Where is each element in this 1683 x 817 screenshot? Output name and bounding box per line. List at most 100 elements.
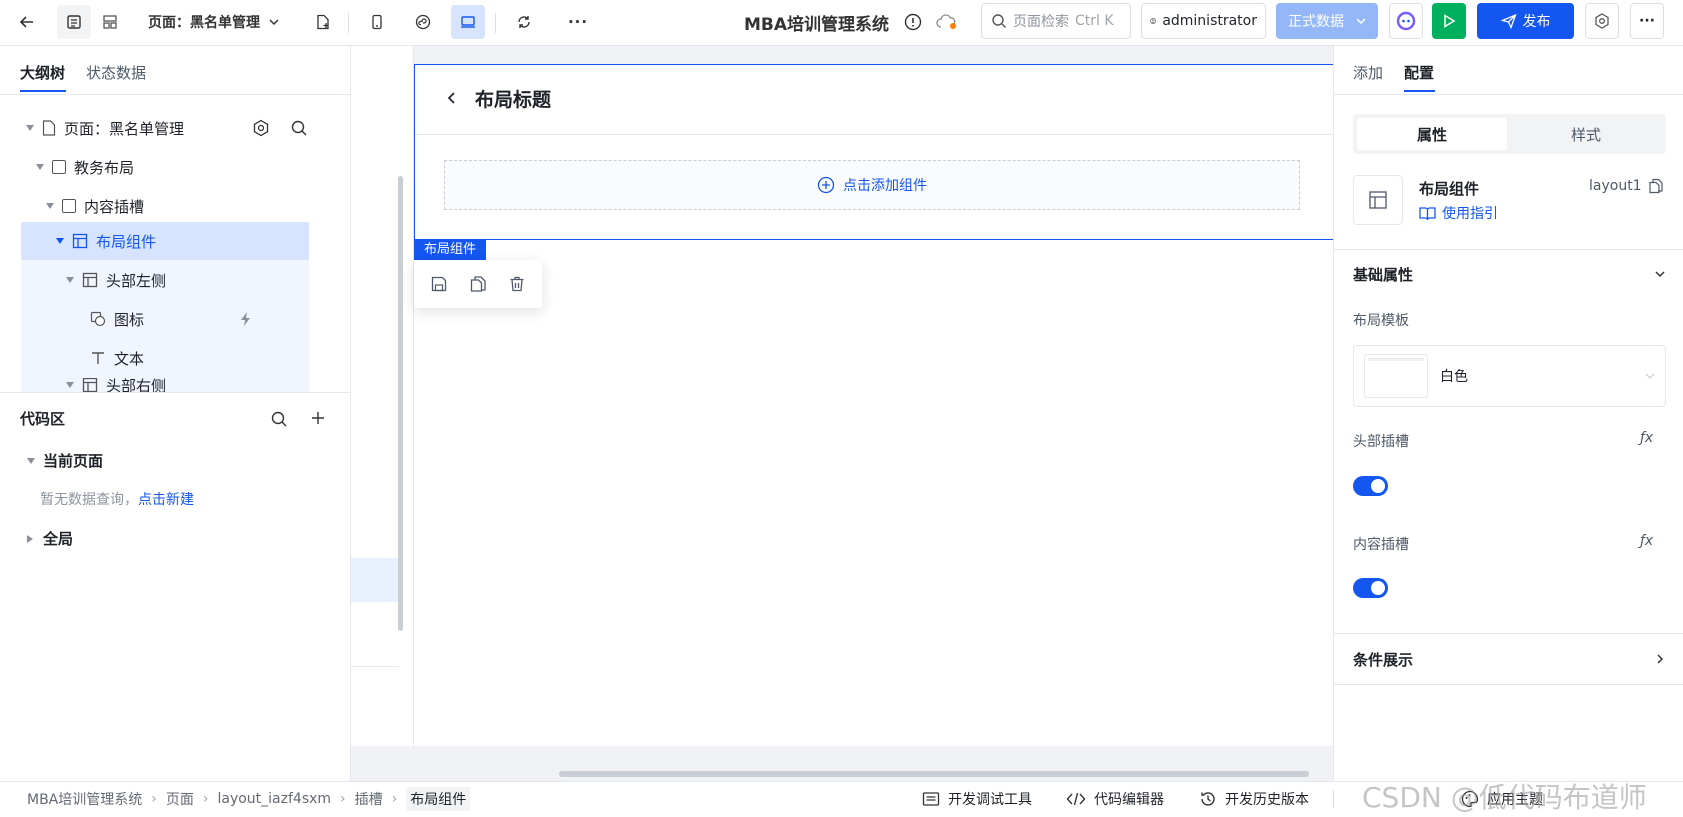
plus-icon[interactable] <box>310 410 326 426</box>
breadcrumb-item[interactable]: layout_iazf4sxm <box>217 791 331 807</box>
shapes-icon <box>90 311 106 327</box>
back-arrow-icon[interactable] <box>10 5 44 39</box>
guide-link[interactable]: 使用指引 <box>1419 203 1498 223</box>
layout-icon <box>82 378 98 392</box>
search-placeholder: 页面检索 <box>1013 14 1069 30</box>
tree-clip: 头部右侧 <box>0 378 350 392</box>
tab-outline[interactable]: 大纲树 <box>20 62 65 83</box>
global-node[interactable]: 全局 <box>27 528 73 549</box>
top-toolbar: 页面：黑名单管理 ··· MBA培训管理系统 页面检索 Ctrl K admin… <box>0 0 1683 46</box>
condition-display-header[interactable]: 条件展示 <box>1353 649 1666 671</box>
left-panel: 大纲树 状态数据 页面：黑名单管理 教务布局 内容插槽 布局组件 头部左侧 图标… <box>0 46 351 781</box>
chevron-down-icon <box>1655 271 1665 278</box>
lightning-icon[interactable] <box>238 311 254 327</box>
delete-icon[interactable] <box>508 275 526 293</box>
publish-button[interactable]: 发布 <box>1477 3 1574 39</box>
breadcrumb: MBA培训管理系统 › 页面 › layout_iazf4sxm › 插槽 › 布局组件 <box>27 782 471 816</box>
layout-template-select[interactable]: 白色 <box>1353 345 1666 407</box>
design-canvas[interactable]: 布局标题 点击添加组件 布局组件 <box>351 46 1334 781</box>
header-slot-toggle[interactable] <box>1353 476 1388 496</box>
component-name: 布局组件 <box>1419 180 1480 198</box>
tree-node-content-slot[interactable]: 内容插槽 <box>46 187 344 225</box>
env-select[interactable]: 正式数据 <box>1276 3 1378 39</box>
settings-icon[interactable] <box>252 119 270 137</box>
fx-icon[interactable]: ƒx <box>1640 430 1653 446</box>
tree-label: 头部右侧 <box>106 378 167 392</box>
breadcrumb-item[interactable]: 页面 <box>166 789 194 809</box>
guide-label: 使用指引 <box>1442 206 1498 222</box>
page-selector[interactable]: 页面：黑名单管理 <box>148 5 280 39</box>
basic-props-header[interactable]: 基础属性 <box>1353 264 1666 286</box>
search-input[interactable]: 页面检索 Ctrl K <box>981 3 1131 39</box>
tab-add[interactable]: 添加 <box>1353 62 1383 83</box>
code-editor-button[interactable]: 代码编辑器 <box>1066 782 1164 816</box>
ai-assistant-icon[interactable] <box>1389 3 1423 39</box>
tab-config[interactable]: 配置 <box>1404 62 1434 83</box>
dev-tools-button[interactable]: 开发调试工具 <box>922 782 1032 816</box>
slot-icon <box>52 160 66 174</box>
cloud-sync-icon[interactable] <box>936 5 958 39</box>
current-page-node[interactable]: 当前页面 <box>27 450 103 471</box>
layout-title: 布局标题 <box>475 88 552 111</box>
user-button[interactable]: administrator <box>1141 3 1266 39</box>
component-thumb <box>1353 175 1403 225</box>
segment-properties[interactable]: 属性 <box>1357 118 1507 150</box>
chevron-down-icon <box>1356 18 1366 25</box>
tree-node-page[interactable]: 页面：黑名单管理 <box>26 109 324 147</box>
mobile-device-icon[interactable] <box>360 5 394 39</box>
desktop-device-icon[interactable] <box>451 5 485 39</box>
layout-icon <box>1369 191 1387 209</box>
tree-node-header-left[interactable]: 头部左侧 <box>66 261 364 299</box>
search-icon[interactable] <box>270 410 288 428</box>
tree-label: 头部左侧 <box>106 271 167 290</box>
dev-tools-label: 开发调试工具 <box>948 792 1032 808</box>
page-file-icon <box>42 120 56 136</box>
slot-icon <box>62 199 76 213</box>
status-bar: MBA培训管理系统 › 页面 › layout_iazf4sxm › 插槽 › 布局组件… <box>0 781 1683 817</box>
tree-label: 布局组件 <box>96 232 157 251</box>
settings-icon[interactable] <box>1585 3 1619 39</box>
breadcrumb-item[interactable]: 插槽 <box>355 789 383 809</box>
fx-icon[interactable]: ƒx <box>1640 533 1653 549</box>
canvas-vertical-scrollbar[interactable] <box>398 176 403 631</box>
layout-header: 布局标题 <box>445 83 551 113</box>
more-icon[interactable]: ··· <box>561 5 595 39</box>
layout-icon <box>82 272 98 288</box>
selected-layout-frame[interactable]: 布局标题 点击添加组件 <box>414 64 1334 240</box>
create-link[interactable]: 点击新建 <box>138 492 194 508</box>
tab-state-data[interactable]: 状态数据 <box>86 62 146 83</box>
info-icon[interactable] <box>904 5 922 39</box>
refresh-icon[interactable] <box>507 5 541 39</box>
copy-icon[interactable] <box>1648 178 1664 194</box>
more-menu-icon[interactable]: ··· <box>1630 3 1664 39</box>
tree-node-icon[interactable]: 图标 <box>90 300 388 338</box>
empty-query-hint: 暂无数据查询，点击新建 <box>40 489 194 509</box>
chevron-down-icon <box>269 19 279 26</box>
run-preview-icon[interactable] <box>1432 3 1466 39</box>
tree-node-text[interactable]: 文本 <box>90 339 388 377</box>
miniprogram-icon[interactable] <box>406 5 440 39</box>
list-view-icon[interactable] <box>57 5 91 39</box>
canvas-horizontal-scrollbar[interactable] <box>559 771 1309 777</box>
add-component-area[interactable]: 点击添加组件 <box>444 160 1300 210</box>
book-icon <box>1419 206 1436 220</box>
add-page-icon[interactable] <box>306 5 340 39</box>
breadcrumb-item[interactable]: MBA培训管理系统 <box>27 789 142 809</box>
search-icon[interactable] <box>290 119 308 137</box>
save-icon[interactable] <box>430 275 448 293</box>
tree-node-edu-layout[interactable]: 教务布局 <box>36 148 334 186</box>
text-icon <box>92 352 104 364</box>
chevron-left-icon[interactable] <box>445 91 459 105</box>
copy-icon[interactable] <box>469 275 487 293</box>
tree-node-header-right[interactable]: 头部右侧 <box>66 378 350 392</box>
segment-style[interactable]: 样式 <box>1511 118 1661 150</box>
layout-view-icon[interactable] <box>93 5 127 39</box>
tree-label: 页面：黑名单管理 <box>64 119 185 138</box>
component-id: layout1 <box>1589 178 1664 194</box>
content-slot-toggle[interactable] <box>1353 578 1388 598</box>
basic-props-title: 基础属性 <box>1353 266 1414 284</box>
terminal-icon <box>922 792 940 806</box>
tree-node-layout-component[interactable]: 布局组件 <box>56 222 354 260</box>
breadcrumb-current[interactable]: 布局组件 <box>406 787 471 811</box>
history-button[interactable]: 开发历史版本 <box>1199 782 1309 816</box>
